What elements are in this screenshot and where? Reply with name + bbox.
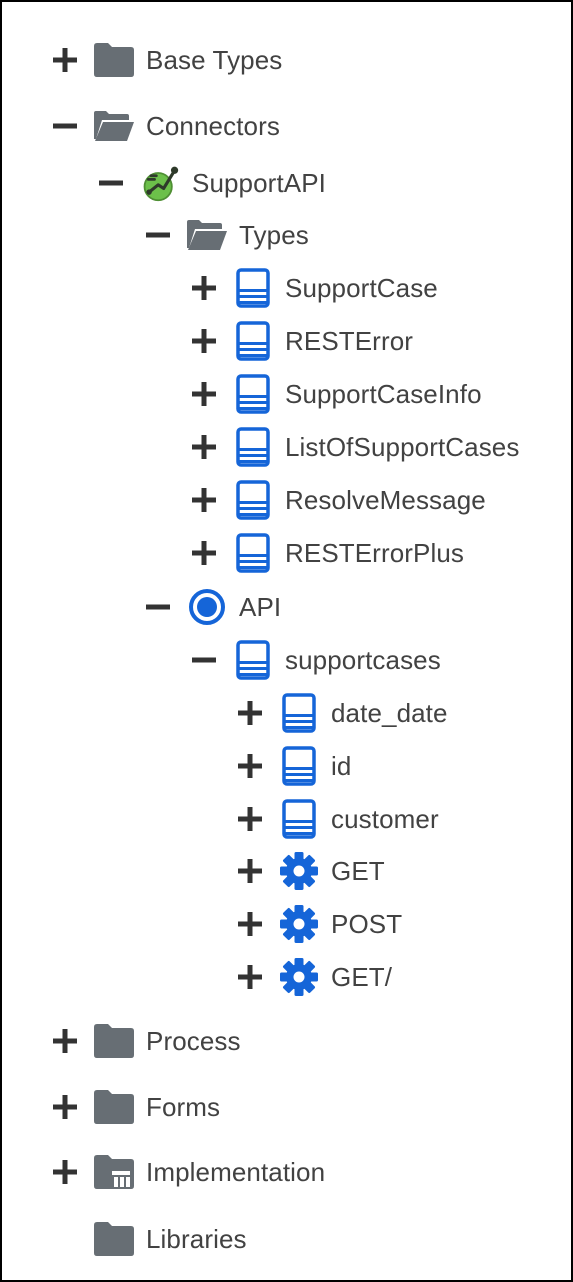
api-icon (187, 587, 227, 627)
tree-item[interactable]: RESTErrorPlus (191, 533, 464, 573)
tree-item[interactable]: id (237, 746, 351, 786)
expand-plus-icon[interactable] (191, 381, 217, 407)
collapse-minus-icon[interactable] (145, 594, 171, 620)
tree-item-label[interactable]: Base Types (146, 45, 282, 76)
tree-item[interactable]: customer (237, 799, 439, 839)
gear-icon (279, 904, 319, 944)
tree-item[interactable]: ResolveMessage (191, 480, 486, 520)
folder-open-icon (187, 215, 227, 255)
tree-item-label[interactable]: SupportCase (285, 273, 438, 304)
tree-item[interactable]: GET/ (237, 957, 392, 997)
tree-item-label[interactable]: POST (331, 909, 402, 940)
type-icon (233, 533, 273, 573)
expand-plus-icon[interactable] (237, 700, 263, 726)
tree-item[interactable]: SupportCaseInfo (191, 374, 482, 414)
project-tree-panel: Base Types Connectors SupportAPI Types Suppo… (0, 0, 573, 1282)
tree-item[interactable]: Process (52, 1021, 241, 1061)
expand-plus-icon[interactable] (52, 1094, 78, 1120)
folder-icon (94, 1087, 134, 1127)
connector-icon (140, 163, 180, 203)
expand-plus-icon[interactable] (191, 275, 217, 301)
tree-item-label[interactable]: RESTError (285, 326, 413, 357)
expand-plus-icon[interactable] (237, 858, 263, 884)
type-icon (233, 374, 273, 414)
expand-plus-icon[interactable] (237, 964, 263, 990)
tree-item-label[interactable]: Types (239, 220, 309, 251)
tree-item[interactable]: GET (237, 851, 385, 891)
type-icon (279, 693, 319, 733)
tree-item-label[interactable]: SupportCaseInfo (285, 379, 482, 410)
tree-item[interactable]: SupportCase (191, 268, 438, 308)
tree-item[interactable]: API (145, 587, 281, 627)
expand-plus-icon[interactable] (52, 1028, 78, 1054)
gear-icon (279, 957, 319, 997)
expand-plus-icon[interactable] (191, 540, 217, 566)
expand-plus-icon[interactable] (191, 487, 217, 513)
tree-item[interactable]: supportcases (191, 640, 441, 680)
tree-item-label[interactable]: GET/ (331, 962, 392, 993)
tree-item-label[interactable]: SupportAPI (192, 168, 326, 199)
tree-item[interactable]: Base Types (52, 40, 282, 80)
implementation-folder-icon (94, 1152, 134, 1192)
tree-item[interactable]: Forms (52, 1087, 220, 1127)
collapse-minus-icon[interactable] (145, 222, 171, 248)
expand-plus-icon[interactable] (191, 434, 217, 460)
type-icon (233, 321, 273, 361)
tree-item[interactable]: POST (237, 904, 402, 944)
type-icon (233, 427, 273, 467)
type-icon (279, 746, 319, 786)
tree-item-label[interactable]: GET (331, 856, 385, 887)
tree-item[interactable]: Implementation (52, 1152, 325, 1192)
collapse-minus-icon[interactable] (191, 647, 217, 673)
collapse-minus-icon[interactable] (52, 113, 78, 139)
tree-item[interactable]: date_date (237, 693, 448, 733)
tree-item-label[interactable]: customer (331, 804, 439, 835)
expand-plus-icon[interactable] (191, 328, 217, 354)
tree-item-label[interactable]: date_date (331, 698, 448, 729)
folder-open-icon (94, 106, 134, 146)
tree-item[interactable]: ListOfSupportCases (191, 427, 519, 467)
folder-icon (94, 40, 134, 80)
tree-item-label[interactable]: id (331, 751, 351, 782)
toggle-spacer (52, 1226, 78, 1252)
tree-item-label[interactable]: Process (146, 1026, 241, 1057)
tree-item-label[interactable]: ListOfSupportCases (285, 432, 519, 463)
tree-item-label[interactable]: API (239, 592, 281, 623)
expand-plus-icon[interactable] (237, 753, 263, 779)
tree-item-label[interactable]: ResolveMessage (285, 485, 486, 516)
tree-item[interactable]: Libraries (52, 1219, 247, 1259)
tree-item-label[interactable]: Libraries (146, 1224, 247, 1255)
expand-plus-icon[interactable] (237, 806, 263, 832)
collapse-minus-icon[interactable] (98, 170, 124, 196)
tree-item[interactable]: RESTError (191, 321, 413, 361)
tree-item-label[interactable]: Implementation (146, 1157, 325, 1188)
folder-icon (94, 1021, 134, 1061)
type-icon (233, 268, 273, 308)
tree-item[interactable]: Types (145, 215, 309, 255)
expand-plus-icon[interactable] (52, 47, 78, 73)
tree-item-label[interactable]: supportcases (285, 645, 441, 676)
gear-icon (279, 851, 319, 891)
expand-plus-icon[interactable] (52, 1159, 78, 1185)
tree-item-label[interactable]: Connectors (146, 111, 280, 142)
expand-plus-icon[interactable] (237, 911, 263, 937)
tree-item[interactable]: SupportAPI (98, 163, 326, 203)
folder-icon (94, 1219, 134, 1259)
type-icon (233, 480, 273, 520)
tree-item-label[interactable]: RESTErrorPlus (285, 538, 464, 569)
type-icon (279, 799, 319, 839)
tree-item-label[interactable]: Forms (146, 1092, 220, 1123)
type-icon (233, 640, 273, 680)
tree-item[interactable]: Connectors (52, 106, 280, 146)
